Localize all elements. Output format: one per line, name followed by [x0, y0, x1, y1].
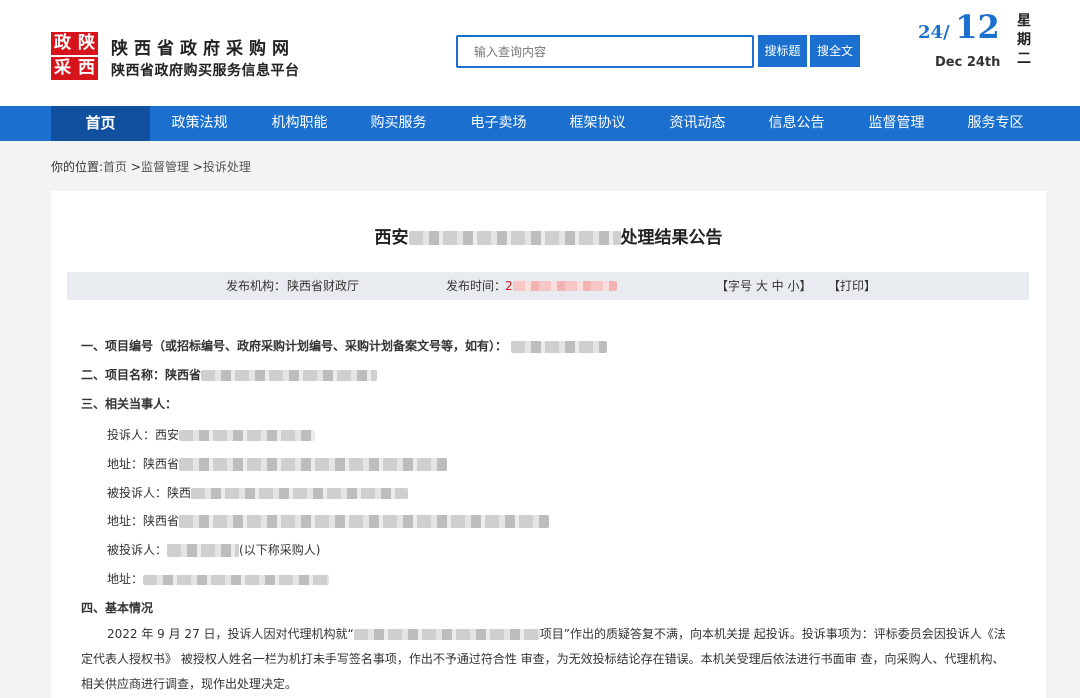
nav-item-purchase-service[interactable]: 购买服务	[349, 106, 448, 141]
purchaser-address-line: 地址：	[107, 570, 330, 587]
date-month: 12	[955, 8, 1000, 46]
weekday-char: 星	[1017, 13, 1031, 29]
nav-item-institutions[interactable]: 机构职能	[250, 106, 349, 141]
date-year: 24	[918, 22, 944, 43]
article-title: 西安 处理结果公告	[51, 223, 1046, 248]
logo-glyph: 采	[54, 58, 71, 78]
weekday-label: 星 期 二	[1017, 12, 1033, 69]
nav-item-home[interactable]: 首页	[51, 106, 150, 141]
date-slash: /	[943, 22, 950, 43]
breadcrumb-complaints[interactable]: 投诉处理	[203, 160, 251, 174]
redacted-text	[511, 340, 608, 353]
publish-time-label: 发布时间：	[446, 279, 507, 293]
redacted-text	[179, 430, 316, 441]
redacted-text	[513, 281, 617, 291]
purchaser-note: (以下称采购人)	[239, 543, 321, 557]
redacted-text	[143, 574, 330, 585]
logo-glyph: 政	[54, 33, 71, 53]
nav-item-policy[interactable]: 政策法规	[150, 106, 249, 141]
section-parties: 三、相关当事人：	[81, 397, 178, 411]
site-header: 政 陕 采 西 陕西省政府采购网 陕西省政府购买服务信息平台 搜标题 搜全文 2…	[0, 0, 1080, 106]
font-size-control[interactable]: 【字号 大 中 小】	[716, 272, 811, 300]
breadcrumb-home[interactable]: 首页	[103, 160, 127, 174]
redacted-text	[408, 231, 621, 245]
search-fulltext-button[interactable]: 搜全文	[810, 35, 860, 67]
complainant-address-line: 地址：陕西省	[107, 455, 448, 472]
nav-item-e-mall[interactable]: 电子卖场	[449, 106, 548, 141]
section-project-number: 一、项目编号（或招标编号、政府采购计划编号、采购计划备案文号等，如有）：	[81, 337, 608, 354]
nav-item-supervision[interactable]: 监督管理	[847, 106, 946, 141]
nav-item-news[interactable]: 资讯动态	[648, 106, 747, 141]
article-meta-bar: 发布机构： 陕西省财政厅 发布时间： 2 【字号 大 中 小】 【打印】	[67, 272, 1029, 300]
site-logo[interactable]: 政 陕 采 西	[51, 32, 98, 80]
field-label: 投诉人：西安	[107, 428, 180, 442]
breadcrumb-separator: >	[127, 160, 141, 174]
complainant-line: 投诉人：西安	[107, 426, 316, 443]
article-panel: 西安 处理结果公告 发布机构： 陕西省财政厅 发布时间： 2 【字号 大 中 小】…	[51, 191, 1046, 698]
search-input[interactable]	[456, 35, 754, 68]
field-label: 地址：陕西省	[107, 514, 180, 528]
site-title[interactable]: 陕西省政府采购网	[111, 34, 295, 59]
nav-item-framework[interactable]: 框架协议	[548, 106, 647, 141]
nav-item-services[interactable]: 服务专区	[946, 106, 1045, 141]
breadcrumb-separator: >	[188, 160, 203, 174]
breadcrumb-supervision[interactable]: 监督管理	[141, 160, 189, 174]
weekday-char: 期	[1017, 32, 1031, 48]
article-title-start: 西安	[374, 228, 409, 248]
weekday-char: 二	[1017, 51, 1031, 67]
field-label: 地址：	[107, 572, 144, 586]
redacted-text	[167, 544, 240, 557]
date-display: 24/ 12	[918, 8, 1000, 46]
logo-glyph: 陕	[78, 33, 95, 53]
main-nav: 首页 政策法规 机构职能 购买服务 电子卖场 框架协议 资讯动态 信息公告 监督…	[0, 106, 1080, 141]
print-button[interactable]: 【打印】	[828, 272, 876, 300]
field-label: 地址：陕西省	[107, 457, 180, 471]
search-title-button[interactable]: 搜标题	[758, 35, 807, 67]
respondent-address-line: 地址：陕西省	[107, 512, 550, 529]
purchaser-line: 被投诉人： (以下称采购人)	[107, 541, 320, 558]
section-basic-info: 四、基本情况	[81, 601, 154, 615]
redacted-text	[191, 488, 409, 499]
article-title-end: 处理结果公告	[620, 228, 723, 248]
respondent-line: 被投诉人：陕西	[107, 484, 409, 501]
date-english: Dec 24th	[935, 55, 1001, 70]
redacted-text	[353, 629, 540, 640]
redacted-text	[201, 370, 378, 381]
paragraph-text: 2022 年 9 月 27 日，投诉人因对代理机构就“	[107, 627, 354, 641]
redacted-text	[179, 515, 550, 528]
section-label: 一、项目编号（或招标编号、政府采购计划编号、采购计划备案文号等，如有）：	[81, 339, 508, 353]
section-label: 二、项目名称：陕西省	[81, 368, 202, 382]
site-subtitle: 陕西省政府购买服务信息平台	[111, 63, 300, 79]
nav-item-announcements[interactable]: 信息公告	[747, 106, 846, 141]
publisher-label: 发布机构：	[226, 279, 287, 293]
field-label: 被投诉人：陕西	[107, 486, 192, 500]
basic-info-paragraph: 2022 年 9 月 27 日，投诉人因对代理机构就“ 项目”作出的质疑答复不满，…	[81, 622, 1016, 697]
publish-time-value: 2	[505, 279, 513, 293]
breadcrumb-prefix: 你的位置:	[51, 160, 104, 174]
logo-glyph: 西	[78, 58, 95, 78]
publisher-value: 陕西省财政厅	[287, 279, 360, 293]
section-project-name: 二、项目名称：陕西省	[81, 366, 378, 383]
redacted-text	[179, 458, 448, 471]
breadcrumb: 你的位置:首页 >监督管理 >投诉处理	[51, 158, 251, 175]
field-label: 被投诉人：	[107, 543, 168, 557]
